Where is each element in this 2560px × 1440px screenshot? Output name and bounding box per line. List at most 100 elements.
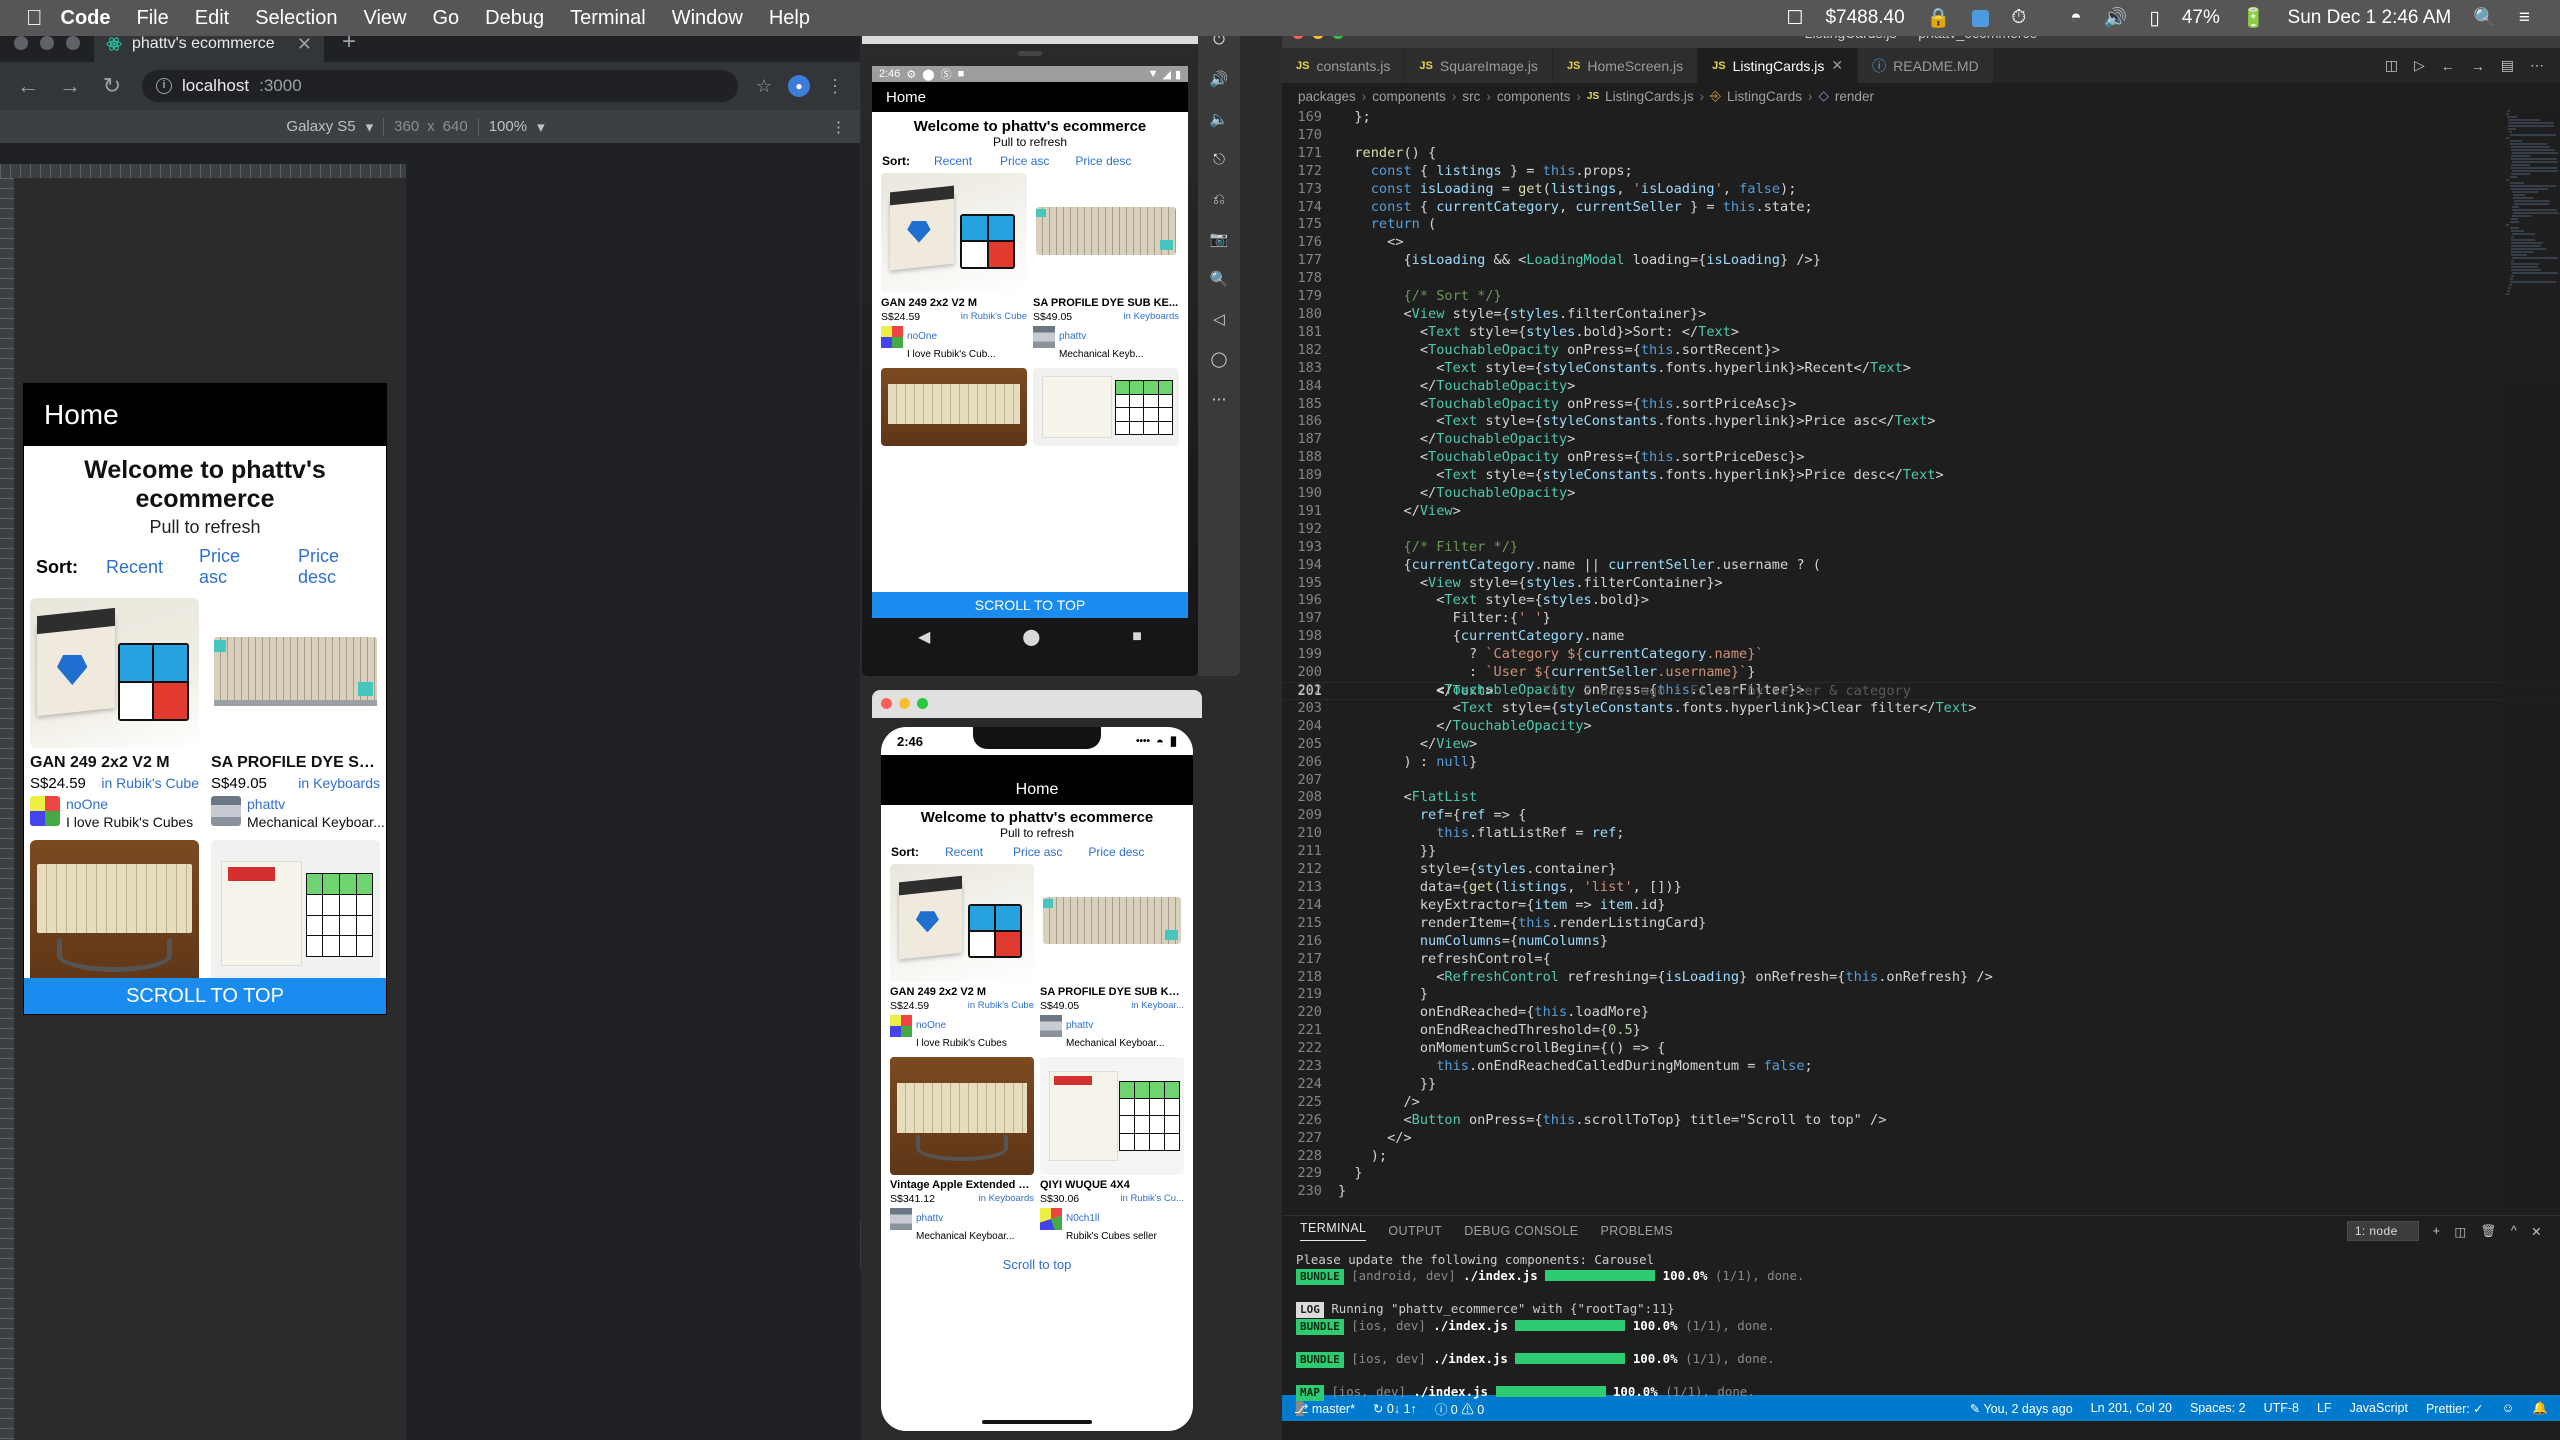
sort-recent-link[interactable]: Recent xyxy=(106,557,163,578)
code-line[interactable]: 230} xyxy=(1282,1183,2560,1201)
breadcrumb-method[interactable]: render xyxy=(1835,89,1874,104)
listing-card[interactable]: SA PROFILE DYE SUB KEY... S$49.05 in Key… xyxy=(1037,861,1187,1054)
more-icon[interactable]: ⋯ xyxy=(1206,386,1232,412)
menu-item-debug[interactable]: Debug xyxy=(485,7,544,30)
editor-tab-readme[interactable]: ⓘ README.MD xyxy=(1858,48,1994,83)
code-line[interactable]: 177 {isLoading && <LoadingModal loading=… xyxy=(1282,252,2560,270)
zoom-selector[interactable]: 100% ▾ xyxy=(489,118,545,136)
listing-image[interactable] xyxy=(890,864,1034,982)
listing-seller[interactable]: noOne I love Rubik's Cubes xyxy=(30,796,199,832)
volume-up-icon[interactable]: 🔊 xyxy=(1206,66,1232,92)
sort-price-asc-link[interactable]: Price asc xyxy=(199,546,266,588)
feedback-smiley-icon[interactable]: ☺ xyxy=(2502,1401,2515,1415)
airplay-icon[interactable]: ▯ xyxy=(2149,7,2159,30)
new-terminal-icon[interactable]: + xyxy=(2433,1224,2441,1238)
tab-close-icon[interactable]: ✕ xyxy=(1831,57,1843,74)
menu-item-edit[interactable]: Edit xyxy=(195,7,229,30)
code-line[interactable]: 218 <RefreshControl refreshing={isLoadin… xyxy=(1282,969,2560,987)
code-line[interactable]: 188 <TouchableOpacity onPress={this.sort… xyxy=(1282,449,2560,467)
listing-seller[interactable]: phattv Mechanical Keyboar... xyxy=(890,1208,1034,1244)
sort-price-desc-link[interactable]: Price desc xyxy=(1088,845,1144,859)
listing-image[interactable] xyxy=(1040,864,1184,982)
breadcrumb-packages[interactable]: packages xyxy=(1298,89,1356,104)
listing-category-link[interactable]: in Rubik's Cube xyxy=(101,775,199,791)
screen-icon[interactable]: ☐ xyxy=(1786,7,1803,30)
code-line[interactable]: 171 render() { xyxy=(1282,145,2560,163)
app-icon[interactable] xyxy=(1972,10,1989,27)
chevron-up-icon[interactable]: ^ xyxy=(2511,1224,2517,1238)
listing-seller[interactable]: phattv Mechanical Keyboar... xyxy=(211,796,380,832)
listing-card[interactable]: SA PROFILE DYE SUB KE... S$49.05 in Keyb… xyxy=(1030,170,1182,365)
code-line[interactable]: 193 {/* Filter */} xyxy=(1282,539,2560,557)
listing-image[interactable] xyxy=(30,598,199,748)
listing-card[interactable]: GAN 249 2x2 V2 M S$24.59 in Rubik's Cube… xyxy=(24,594,205,836)
code-line[interactable]: 175 return ( xyxy=(1282,216,2560,234)
menu-item-help[interactable]: Help xyxy=(769,7,810,30)
emulated-page[interactable]: Home Welcome to phattv's ecommerce Pull … xyxy=(24,384,386,1014)
code-line[interactable]: 191 </View> xyxy=(1282,503,2560,521)
code-line[interactable]: 195 <View style={styles.filterContainer}… xyxy=(1282,575,2560,593)
code-line[interactable]: 173 const isLoading = get(listings, 'isL… xyxy=(1282,181,2560,199)
code-line[interactable]: 183 <Text style={styleConstants.fonts.hy… xyxy=(1282,360,2560,378)
code-line[interactable]: 186 <Text style={styleConstants.fonts.hy… xyxy=(1282,413,2560,431)
back-icon[interactable]: ◁ xyxy=(1206,306,1232,332)
back-button[interactable]: ← xyxy=(16,73,40,99)
close-panel-icon[interactable]: ✕ xyxy=(2531,1224,2542,1239)
seller-username[interactable]: noOne xyxy=(907,331,937,342)
code-line[interactable]: 169 }; xyxy=(1282,109,2560,127)
code-line[interactable]: 208 <FlatList xyxy=(1282,789,2560,807)
listing-image[interactable] xyxy=(30,840,199,990)
code-editor[interactable]: 169 }; 170 171 render() {172 const { listi… xyxy=(1282,109,2560,1215)
code-line[interactable]: 181 <Text style={styles.bold}>Sort: </Te… xyxy=(1282,324,2560,342)
panel-tab-debug-console[interactable]: DEBUG CONSOLE xyxy=(1464,1224,1578,1238)
status-cursor-position[interactable]: Ln 201, Col 20 xyxy=(2091,1401,2172,1415)
listing-image[interactable] xyxy=(1033,173,1179,293)
breadcrumb-file[interactable]: ListingCards.js xyxy=(1605,89,1694,104)
code-line[interactable]: 228 ); xyxy=(1282,1148,2560,1166)
status-indentation[interactable]: Spaces: 2 xyxy=(2190,1401,2246,1415)
forward-arrow-icon[interactable]: → xyxy=(2471,58,2485,74)
home-icon[interactable]: ◯ xyxy=(1206,346,1232,372)
editor-tab-homescreen[interactable]: JS HomeScreen.js xyxy=(1553,48,1698,83)
code-line[interactable]: 182 <TouchableOpacity onPress={this.sort… xyxy=(1282,342,2560,360)
chrome-traffic-lights[interactable] xyxy=(14,36,94,62)
listing-card[interactable]: GAN 249 2x2 V2 M S$24.59 in Rubik's Cube… xyxy=(887,861,1037,1054)
code-line[interactable]: 213 data={get(listings, 'list', [])} xyxy=(1282,879,2560,897)
code-line[interactable]: 205 </View> xyxy=(1282,736,2560,754)
listing-image[interactable] xyxy=(881,173,1027,293)
menu-item-code[interactable]: Code xyxy=(61,7,111,30)
bookmark-star-icon[interactable]: ☆ xyxy=(756,76,772,97)
menu-item-terminal[interactable]: Terminal xyxy=(570,7,646,30)
search-icon[interactable]: 🔍 xyxy=(2473,6,2497,30)
menu-item-selection[interactable]: Selection xyxy=(255,7,337,30)
status-eol[interactable]: LF xyxy=(2317,1401,2332,1415)
terminal-selector[interactable]: 1: node xyxy=(2347,1221,2419,1241)
listing-category-link[interactable]: in Keyboards xyxy=(298,775,380,791)
status-prettier[interactable]: Prettier: ✓ xyxy=(2426,1401,2484,1416)
android-screen[interactable]: 2:46 ⚙ ⬤ Ⓢ ■ ▼ ◢ ▮ Home Welcome to phatt… xyxy=(872,66,1188,618)
clock-icon[interactable]: ⏱ xyxy=(2011,7,2026,29)
code-line[interactable]: 170 xyxy=(1282,127,2560,145)
panel-tab-terminal[interactable]: TERMINAL xyxy=(1300,1221,1366,1241)
back-icon[interactable]: ◀ xyxy=(918,627,930,647)
sort-recent-link[interactable]: Recent xyxy=(945,845,983,859)
code-line[interactable]: 201 </Text> You, 2 days ago • Filter by … xyxy=(1282,682,2560,700)
code-line[interactable]: 184 </TouchableOpacity> xyxy=(1282,378,2560,396)
zoom-icon[interactable]: 🔍 xyxy=(1206,266,1232,292)
sort-price-desc-link[interactable]: Price desc xyxy=(1075,154,1131,168)
code-line[interactable]: 217 refreshControl={ xyxy=(1282,951,2560,969)
back-arrow-icon[interactable]: ← xyxy=(2441,58,2455,74)
profile-avatar[interactable]: ● xyxy=(788,75,810,97)
breadcrumb-components-2[interactable]: components xyxy=(1497,89,1571,104)
code-line[interactable]: 200 : `User ${currentSeller.username}`} xyxy=(1282,664,2560,682)
seller-username[interactable]: phattv xyxy=(247,796,285,812)
status-blame[interactable]: ✎ You, 2 days ago xyxy=(1970,1401,2073,1416)
menu-item-window[interactable]: Window xyxy=(672,7,743,30)
code-line[interactable]: 212 style={styles.container} xyxy=(1282,861,2560,879)
code-line[interactable]: 224 }} xyxy=(1282,1076,2560,1094)
code-line[interactable]: 211 }} xyxy=(1282,843,2560,861)
control-center-icon[interactable]: ≡ xyxy=(2519,7,2530,29)
code-line[interactable]: 204 </TouchableOpacity> xyxy=(1282,718,2560,736)
sort-recent-link[interactable]: Recent xyxy=(934,154,972,168)
listing-seller[interactable]: phattv Mechanical Keyb... xyxy=(1033,326,1179,362)
